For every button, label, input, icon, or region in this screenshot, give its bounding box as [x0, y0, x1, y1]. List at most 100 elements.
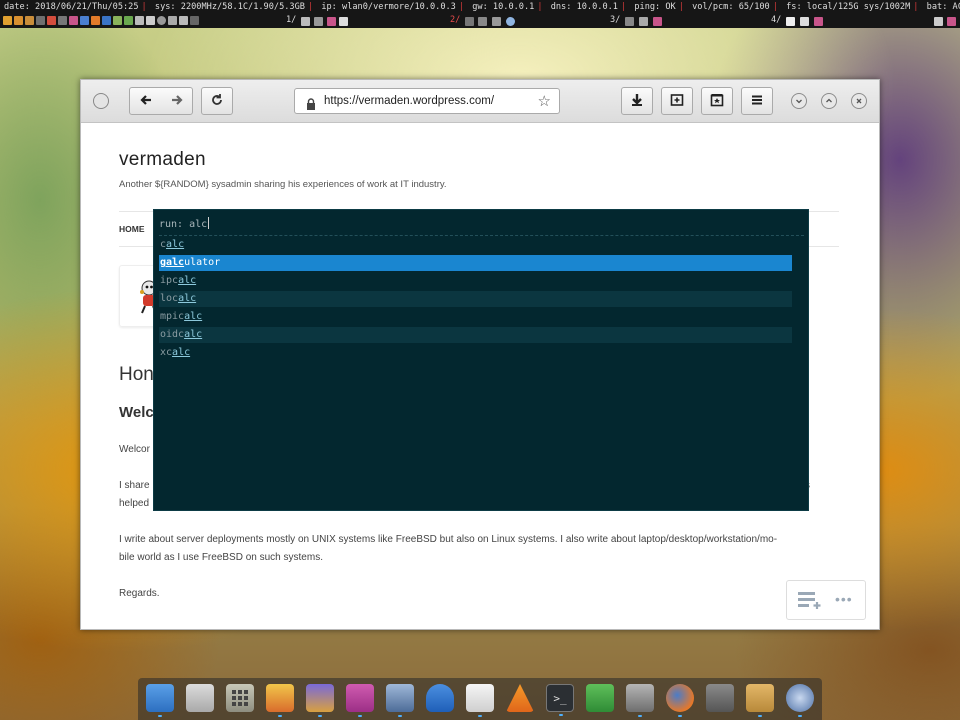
- new-tab-button[interactable]: [661, 87, 693, 115]
- terminal-icon[interactable]: [190, 16, 199, 25]
- calculator-icon[interactable]: [639, 17, 648, 26]
- desktop-icon[interactable]: [146, 684, 174, 717]
- window-icon[interactable]: [492, 17, 501, 26]
- app-icon[interactable]: [327, 17, 336, 26]
- menu-icon: [750, 92, 764, 111]
- status-gw: gw: 10.0.0.1: [472, 2, 535, 12]
- paragraph-write-line1: I write about server deployments mostly …: [119, 534, 778, 545]
- window-icon[interactable]: [58, 16, 67, 25]
- network-icon[interactable]: [626, 684, 654, 717]
- launcher-result-selected[interactable]: galculator: [159, 255, 792, 271]
- folder-icon[interactable]: [14, 16, 23, 25]
- download-button[interactable]: [621, 87, 653, 115]
- launcher-input[interactable]: run: alc: [159, 219, 207, 230]
- firefox-icon[interactable]: [91, 16, 100, 25]
- workspace-3-label[interactable]: 3/: [610, 14, 620, 26]
- window-icon[interactable]: [478, 17, 487, 26]
- gear-icon[interactable]: [168, 16, 177, 25]
- nav-button-group: [129, 87, 193, 115]
- maximize-button[interactable]: [821, 93, 837, 109]
- chat-icon[interactable]: [346, 684, 374, 717]
- mail-icon[interactable]: [386, 684, 414, 717]
- prompt-divider: [159, 235, 804, 236]
- paragraph-regards: Regards.: [119, 588, 160, 599]
- paint-icon[interactable]: [266, 684, 294, 717]
- app-menu-icon[interactable]: [93, 93, 109, 109]
- launcher-result-0[interactable]: calc: [159, 237, 792, 253]
- launcher-result-2[interactable]: ipcalc: [159, 273, 792, 289]
- launcher-result-3[interactable]: localc: [159, 291, 792, 307]
- close-button[interactable]: [851, 93, 867, 109]
- app-icon[interactable]: [69, 16, 78, 25]
- more-options-icon[interactable]: •••: [835, 591, 853, 607]
- paragraph-share: I share: [119, 480, 150, 491]
- workspace-4-label[interactable]: 4/: [771, 14, 781, 26]
- shield-icon[interactable]: [102, 16, 111, 25]
- vpn-icon[interactable]: [426, 684, 454, 712]
- download-icon: [630, 92, 644, 111]
- editor-icon[interactable]: [800, 17, 809, 26]
- browser-icon[interactable]: [786, 684, 814, 717]
- app-icon[interactable]: [339, 17, 348, 26]
- reader-icon: [798, 592, 821, 609]
- library-button[interactable]: [701, 87, 733, 115]
- menu-button[interactable]: [741, 87, 773, 115]
- gear-icon[interactable]: [146, 16, 155, 25]
- library-icon: [710, 92, 724, 111]
- launcher-result-4[interactable]: mpicalc: [159, 309, 792, 325]
- window-icon[interactable]: [465, 17, 474, 26]
- app-icon[interactable]: [653, 17, 662, 26]
- app-icon[interactable]: [947, 17, 956, 26]
- app-icon[interactable]: [814, 17, 823, 26]
- spreadsheet-icon[interactable]: [586, 684, 614, 712]
- back-icon[interactable]: [139, 92, 153, 111]
- page-heading: Hon: [119, 364, 154, 385]
- forward-icon[interactable]: [170, 92, 184, 111]
- gear-icon[interactable]: [179, 16, 188, 25]
- reload-button[interactable]: [201, 87, 233, 115]
- vlc-icon[interactable]: [506, 684, 534, 712]
- nav-home-link[interactable]: HOME: [119, 224, 145, 234]
- media-icon[interactable]: [625, 17, 634, 26]
- calc-icon[interactable]: [124, 16, 133, 25]
- dot-icon[interactable]: [157, 16, 166, 25]
- minimize-button[interactable]: [791, 93, 807, 109]
- browser-icon[interactable]: [506, 17, 515, 26]
- play-icon[interactable]: [934, 17, 943, 26]
- calculator-icon[interactable]: [226, 684, 254, 712]
- workspace-2-label[interactable]: 2/: [450, 14, 460, 26]
- launcher-result-5[interactable]: oidcalc: [159, 327, 792, 343]
- terminal-icon[interactable]: >_: [546, 684, 574, 716]
- bookmark-star-icon[interactable]: ☆: [538, 92, 551, 110]
- spreadsheet-icon[interactable]: [113, 16, 122, 25]
- url-text[interactable]: https://vermaden.wordpress.com/: [324, 95, 494, 107]
- follow-widget[interactable]: •••: [786, 580, 866, 620]
- launcher-prompt[interactable]: run: alc: [159, 217, 210, 230]
- status-sys: sys: 2200MHz/58.1C/1.90/5.3GB: [154, 2, 305, 12]
- text-cursor: [208, 217, 210, 229]
- site-title[interactable]: vermaden: [119, 149, 206, 171]
- editor-icon[interactable]: [786, 17, 795, 26]
- folder-icon[interactable]: [3, 16, 12, 25]
- window-icon[interactable]: [301, 17, 310, 26]
- file-manager-icon[interactable]: [186, 684, 214, 712]
- url-bar[interactable]: https://vermaden.wordpress.com/ ☆: [294, 88, 560, 114]
- close-icon[interactable]: [36, 16, 45, 25]
- home-icon[interactable]: [47, 16, 56, 25]
- home-icon[interactable]: [306, 684, 334, 717]
- status-filesystem: fs: local/125G sys/1002M: [786, 2, 911, 12]
- text-editor-icon[interactable]: [466, 684, 494, 717]
- launcher-result-6[interactable]: xcalc: [159, 345, 792, 361]
- workspace-1-label[interactable]: 1/: [286, 14, 296, 26]
- run-launcher[interactable]: run: alc calc galculator ipcalc localc m…: [153, 209, 809, 511]
- close-icon: [856, 98, 862, 104]
- new-tab-icon: [670, 92, 684, 111]
- lock-icon: [306, 95, 316, 114]
- firefox-icon[interactable]: [666, 684, 694, 717]
- folder-icon[interactable]: [25, 16, 34, 25]
- folder-icon[interactable]: [746, 684, 774, 717]
- media-player-icon[interactable]: [706, 684, 734, 712]
- tool-icon[interactable]: [314, 17, 323, 26]
- browser-icon[interactable]: [80, 16, 89, 25]
- tool-icon[interactable]: [135, 16, 144, 25]
